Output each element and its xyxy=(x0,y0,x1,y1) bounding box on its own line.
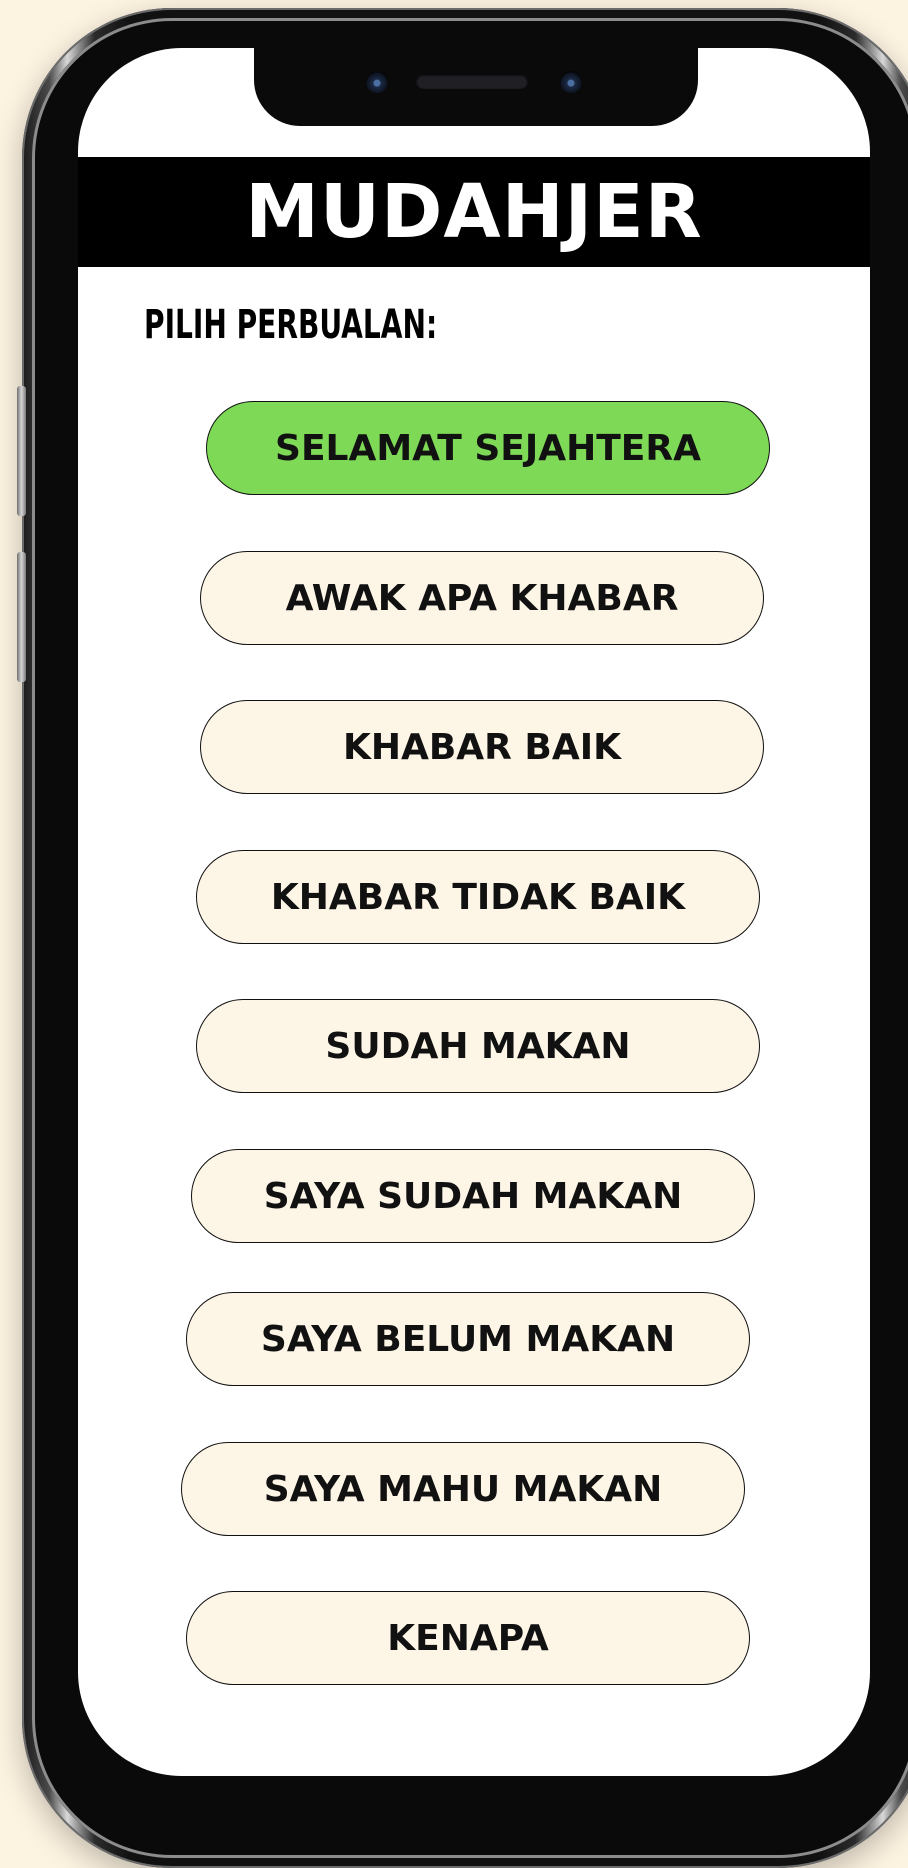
option-label: SAYA BELUM MAKAN xyxy=(260,1318,676,1360)
option-saya-mahu-makan-button[interactable]: SAYA MAHU MAKAN xyxy=(181,1442,745,1536)
option-khabar-baik-button[interactable]: KHABAR BAIK xyxy=(200,700,764,794)
phone-notch xyxy=(254,48,698,126)
option-label: SUDAH MAKAN xyxy=(325,1025,631,1067)
prompt-label: PILIH PERBUALAN: xyxy=(144,302,438,348)
option-label: AWAK APA KHABAR xyxy=(285,577,679,619)
option-khabar-tidak-baik-button[interactable]: KHABAR TIDAK BAIK xyxy=(196,850,760,944)
option-label: KENAPA xyxy=(387,1617,549,1659)
volume-down-button xyxy=(17,552,26,682)
option-label: KHABAR TIDAK BAIK xyxy=(270,876,686,918)
option-label: KHABAR BAIK xyxy=(342,726,622,768)
option-label: SAYA SUDAH MAKAN xyxy=(263,1175,683,1217)
app-title: MUDAHJER xyxy=(245,169,703,255)
option-saya-sudah-makan-button[interactable]: SAYA SUDAH MAKAN xyxy=(191,1149,755,1243)
app-header: MUDAHJER xyxy=(78,157,870,267)
option-kenapa-button[interactable]: KENAPA xyxy=(186,1591,750,1685)
option-awak-apa-khabar-button[interactable]: AWAK APA KHABAR xyxy=(200,551,764,645)
sensor-icon xyxy=(560,71,582,93)
option-label: SELAMAT SEJAHTERA xyxy=(275,427,701,469)
option-selamat-sejahtera-button[interactable]: SELAMAT SEJAHTERA xyxy=(206,401,770,495)
option-sudah-makan-button[interactable]: SUDAH MAKAN xyxy=(196,999,760,1093)
speaker-grille xyxy=(416,74,528,89)
camera-icon xyxy=(366,71,388,93)
volume-up-button xyxy=(17,386,26,516)
option-saya-belum-makan-button[interactable]: SAYA BELUM MAKAN xyxy=(186,1292,750,1386)
option-label: SAYA MAHU MAKAN xyxy=(263,1468,663,1510)
